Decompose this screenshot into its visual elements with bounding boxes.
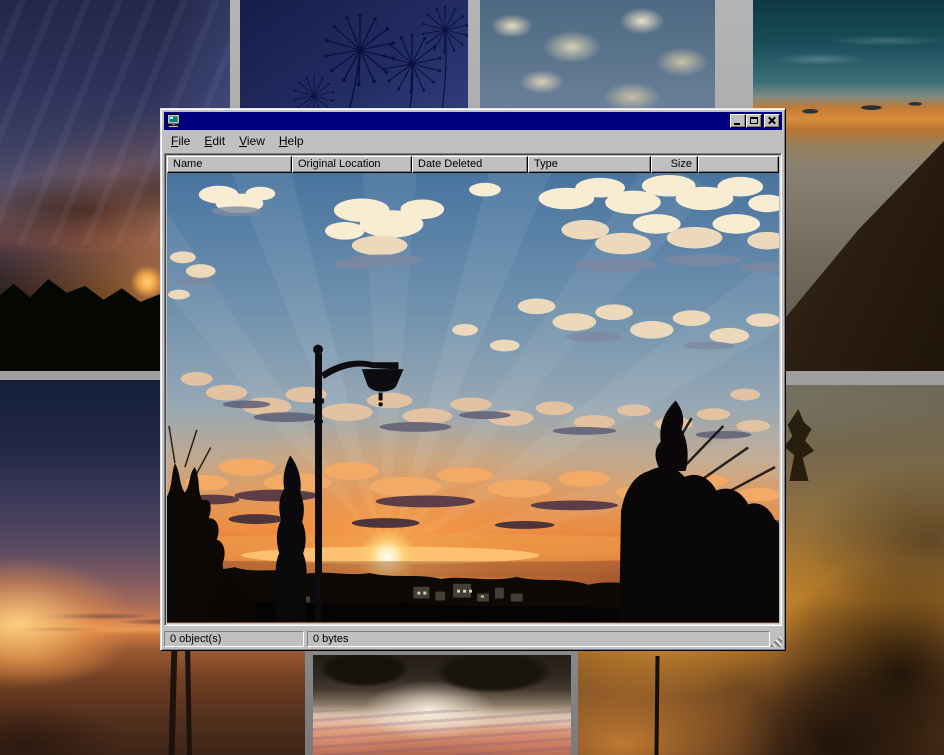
column-header-row: Name Original Location Date Deleted Type… [167,156,779,173]
maximize-button[interactable] [746,114,762,128]
menu-help[interactable]: Help [272,132,311,151]
menu-file[interactable]: File [164,132,197,151]
desktop: File Edit View Help Name Original Locati… [0,0,944,755]
wallpaper-photo-water-reflections [313,655,571,755]
status-object-count: 0 object(s) [164,631,304,647]
folder-window: File Edit View Help Name Original Locati… [160,108,786,651]
column-header-filler[interactable] [698,156,779,173]
streetlamp-sunset-photo [167,173,779,623]
status-bar: 0 object(s) 0 bytes [164,628,782,647]
column-header-date-deleted[interactable]: Date Deleted [412,156,528,173]
column-header-name[interactable]: Name [167,156,292,173]
minimize-button[interactable] [730,114,746,128]
menu-edit[interactable]: Edit [197,132,232,151]
menu-bar: File Edit View Help [164,131,782,152]
close-icon [768,117,776,124]
small-tree-silhouette [784,409,814,481]
water-pole-silhouette [169,644,178,755]
water-ripples-texture [313,710,571,755]
column-header-original-location[interactable]: Original Location [292,156,412,173]
thin-pole-silhouette [654,656,659,755]
title-bar[interactable] [164,112,782,130]
maximize-icon [750,117,758,124]
resize-grip-icon[interactable] [769,634,782,647]
column-header-type[interactable]: Type [528,156,651,173]
column-header-size[interactable]: Size [651,156,698,173]
computer-icon[interactable] [166,113,182,129]
status-size: 0 bytes [307,631,770,647]
minimize-icon [734,123,740,125]
list-view-client: Name Original Location Date Deleted Type… [164,153,782,626]
close-button[interactable] [764,114,780,128]
menu-view[interactable]: View [232,132,272,151]
water-pole-silhouette [185,644,192,755]
list-view-area[interactable] [167,173,779,623]
